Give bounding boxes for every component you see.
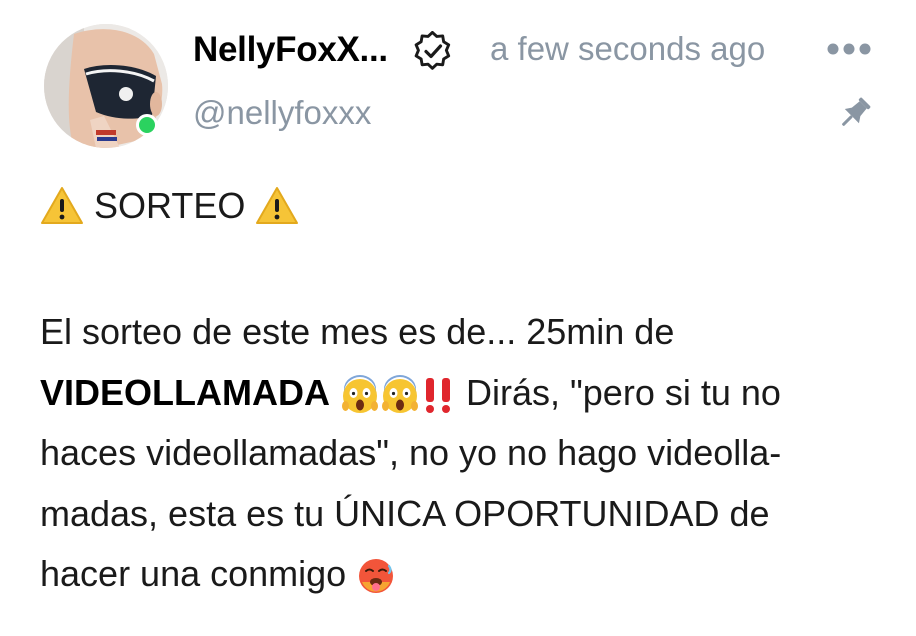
face-screaming-emoji-icon bbox=[380, 373, 420, 413]
body-line: haces videollamadas", no yo no hago vide… bbox=[40, 423, 890, 484]
warning-emoji-icon bbox=[40, 186, 84, 226]
author-username[interactable]: @nellyfoxxx bbox=[193, 94, 371, 132]
double-exclamation-emoji-icon bbox=[420, 373, 456, 413]
post-card: NellyFoxX... a few seconds ago @nellyfox… bbox=[0, 0, 916, 636]
verified-badge-icon bbox=[413, 30, 453, 71]
post-body: El sorteo de este mes es de... 25min de … bbox=[40, 302, 890, 605]
hot-face-emoji-icon bbox=[356, 554, 396, 594]
body-line: VIDEOLLAMADA Dirás, "pero si tu no bbox=[40, 363, 890, 424]
body-line-2-rest: Dirás, "pero si tu no bbox=[466, 371, 781, 413]
author-display-name[interactable]: NellyFoxX... bbox=[193, 30, 388, 70]
body-line-1: El sorteo de este mes es de... 25min de bbox=[40, 311, 675, 352]
body-line: El sorteo de este mes es de... 25min de bbox=[40, 302, 890, 363]
body-line: madas, esta es tu ÚNICA OPORTUNIDAD de bbox=[40, 484, 890, 545]
body-line-4: madas, esta es tu ÚNICA OPORTUNIDAD de bbox=[40, 492, 770, 534]
body-line-5: hacer una conmigo bbox=[40, 553, 347, 594]
body-line-3: haces videollamadas", no yo no hago vide… bbox=[40, 432, 782, 473]
online-status-indicator bbox=[136, 114, 158, 136]
pin-icon[interactable] bbox=[833, 93, 875, 135]
face-screaming-emoji-icon bbox=[340, 373, 380, 413]
body-bold-text: VIDEOLLAMADA bbox=[40, 371, 330, 413]
heading-text: SORTEO bbox=[94, 185, 246, 226]
post-heading: SORTEO bbox=[40, 182, 299, 230]
post-timestamp[interactable]: a few seconds ago bbox=[490, 30, 765, 68]
more-options-icon[interactable] bbox=[826, 42, 872, 56]
body-line: hacer una conmigo bbox=[40, 544, 890, 605]
warning-emoji-icon bbox=[255, 186, 299, 226]
